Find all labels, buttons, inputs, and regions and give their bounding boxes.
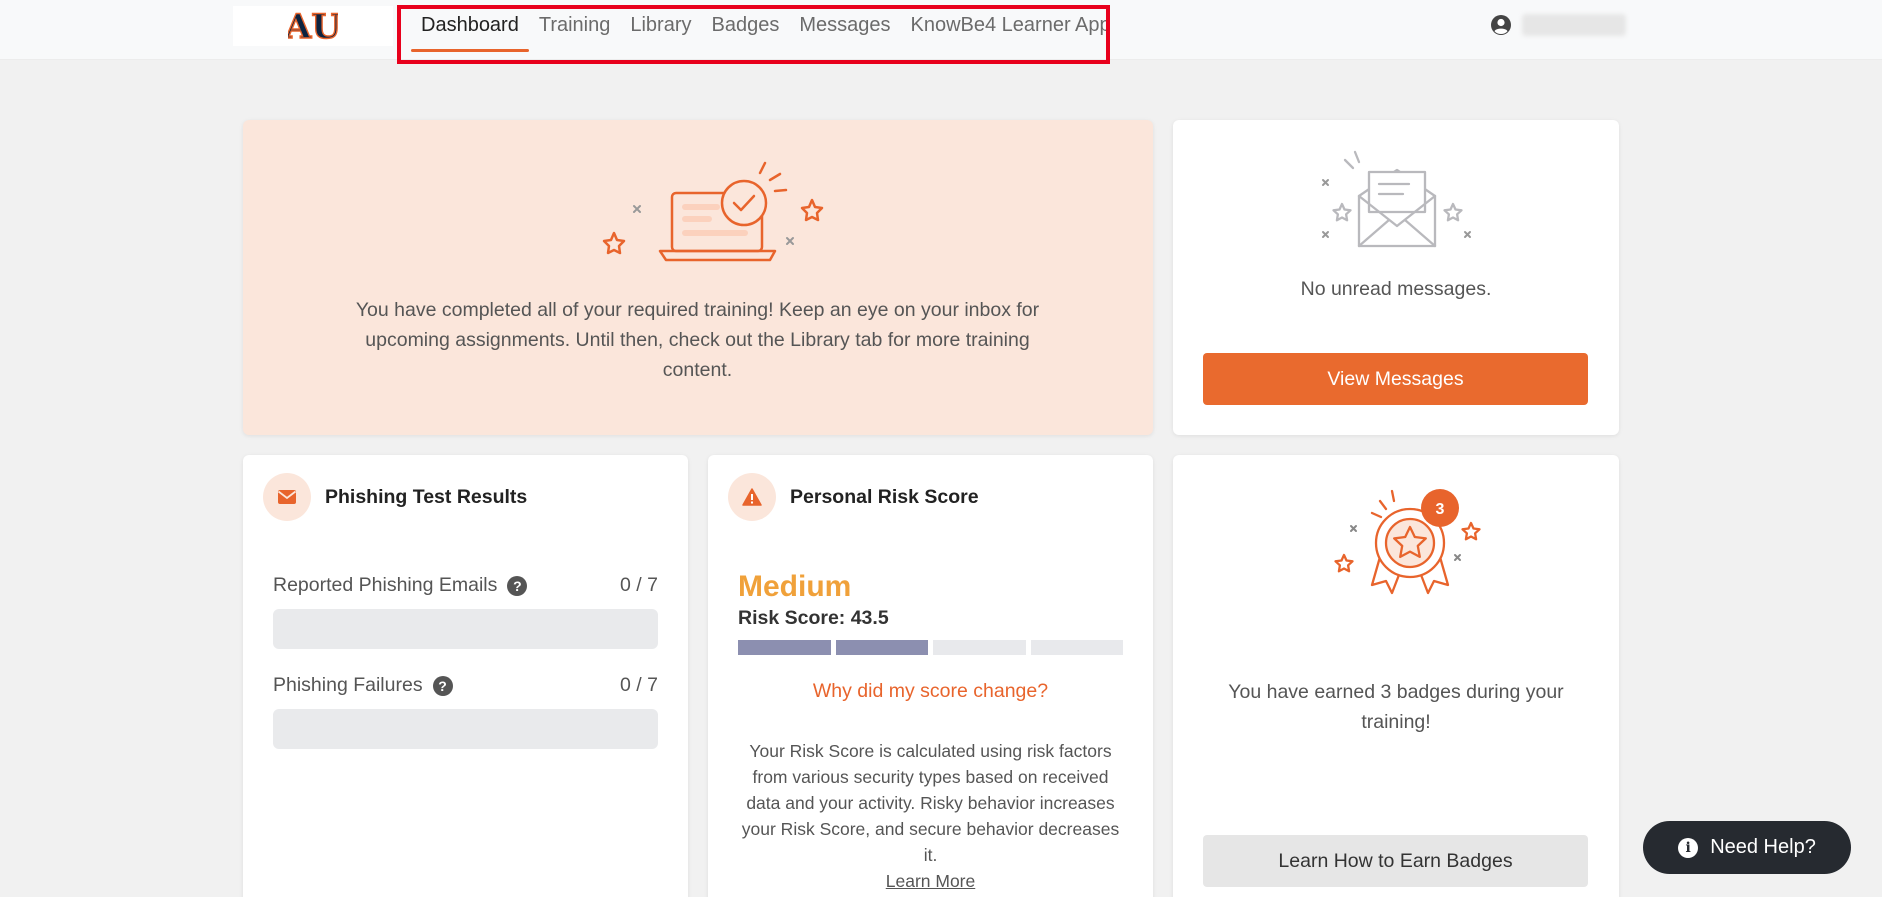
badge-award-illustration-icon: 3 (1334, 489, 1481, 595)
need-help-button[interactable]: i Need Help? (1643, 821, 1851, 874)
nav-highlight-box (397, 5, 1110, 64)
learn-earn-badges-button[interactable]: Learn How to Earn Badges (1203, 835, 1588, 887)
phishing-card-header: Phishing Test Results (263, 473, 527, 521)
envelope-icon (277, 490, 297, 504)
phishing-header-icon-wrap (263, 473, 311, 521)
training-complete-message: You have completed all of your required … (355, 299, 1040, 381)
envelope-illustration-icon (1322, 150, 1471, 248)
risk-card-title: Personal Risk Score (790, 485, 979, 508)
phishing-card-title: Phishing Test Results (325, 485, 528, 508)
phishing-failures-progress (273, 709, 658, 749)
auburn-logo-icon: AU (288, 7, 338, 45)
question-help-icon[interactable]: ? (507, 575, 528, 596)
user-menu[interactable] (1490, 14, 1626, 36)
reported-phishing-progress (273, 609, 658, 649)
risk-score-meter (738, 640, 1123, 655)
risk-meter-segment (1030, 640, 1123, 655)
risk-level-label: Medium (738, 570, 852, 603)
reported-phishing-row: Reported Phishing Emails ? 0 / 7 (273, 574, 658, 597)
reported-phishing-label: Reported Phishing Emails (273, 574, 498, 596)
top-navbar: AU Dashboard Training Library Badges Mes… (0, 0, 1882, 64)
risk-meter-segment (835, 640, 928, 655)
user-name-redacted (1522, 14, 1626, 36)
risk-meter-segment (933, 640, 1026, 655)
auburn-logo[interactable]: AU (233, 6, 393, 46)
user-circle-icon (1491, 15, 1511, 35)
laptop-check-illustration-icon (602, 161, 824, 262)
view-messages-button[interactable]: View Messages (1203, 353, 1588, 405)
risk-header-icon-wrap (728, 473, 776, 521)
svg-text:AU: AU (288, 7, 338, 45)
phishing-failures-label: Phishing Failures (273, 674, 423, 696)
info-icon: i (1678, 837, 1699, 858)
learn-more-link[interactable]: Learn More (886, 871, 976, 891)
risk-meter-segment (738, 640, 831, 655)
why-score-changed-link[interactable]: Why did my score change? (708, 680, 1153, 703)
need-help-label: Need Help? (1710, 836, 1816, 858)
risk-score-value: Risk Score: 43.5 (738, 607, 889, 629)
risk-description-text: Your Risk Score is calculated using risk… (741, 741, 1120, 865)
question-help-icon[interactable]: ? (432, 675, 453, 696)
phishing-failures-value: 0 / 7 (620, 674, 658, 696)
risk-description: Your Risk Score is calculated using risk… (738, 738, 1123, 894)
badge-count: 3 (1436, 501, 1445, 518)
badges-earned-text: You have earned 3 badges during your tra… (1228, 681, 1564, 733)
no-messages-text: No unread messages. (1300, 278, 1492, 300)
warning-icon (742, 488, 762, 506)
phishing-failures-row: Phishing Failures ? 0 / 7 (273, 674, 658, 697)
risk-card-header: Personal Risk Score (728, 473, 979, 521)
reported-phishing-value: 0 / 7 (620, 574, 658, 596)
